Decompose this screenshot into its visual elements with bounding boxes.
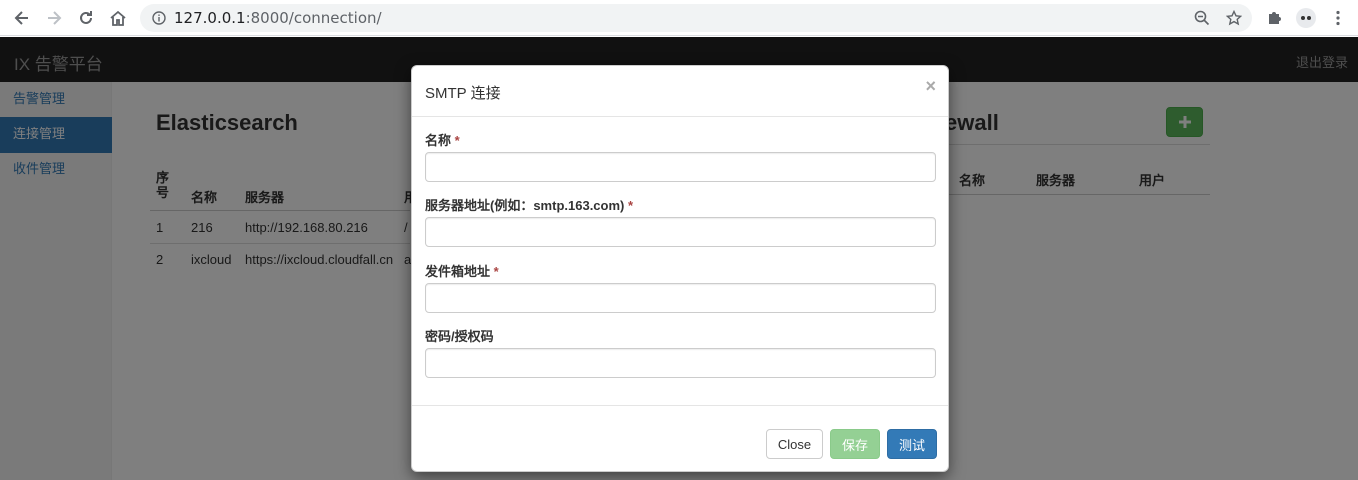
server-address-label: 服务器地址(例如：smtp.163.com) * [425,195,633,214]
forward-arrow-icon[interactable] [42,6,66,30]
back-arrow-icon[interactable] [10,6,34,30]
bookmark-star-icon[interactable] [1222,6,1246,30]
close-button[interactable]: Close [766,429,823,459]
required-asterisk: * [454,133,460,148]
name-label-text: 名称 [425,133,452,148]
modal-footer-divider [412,405,948,406]
menu-kebab-icon[interactable] [1326,6,1350,30]
password-input[interactable] [425,348,936,378]
save-button[interactable]: 保存 [830,429,880,459]
address-bar[interactable]: 127.0.0.1:8000/connection/ [140,4,1252,32]
sender-address-label: 发件箱地址 * [425,261,499,280]
modal-header: SMTP 连接 × [412,66,948,117]
profile-avatar-icon[interactable] [1294,6,1318,30]
browser-toolbar: 127.0.0.1:8000/connection/ [0,0,1358,36]
url-path: :8000/connection/ [245,9,382,27]
modal-title: SMTP 连接 [425,85,501,102]
server-address-label-text: 服务器地址(例如：smtp.163.com) [425,198,625,213]
reload-icon[interactable] [74,6,98,30]
zoom-icon[interactable] [1190,6,1214,30]
extensions-puzzle-icon[interactable] [1262,6,1286,30]
home-icon[interactable] [106,6,130,30]
sender-address-label-text: 发件箱地址 [425,264,491,279]
name-input[interactable] [425,152,936,182]
sender-address-input[interactable] [425,283,936,313]
name-label: 名称 * [425,130,460,149]
server-address-input[interactable] [425,217,936,247]
url-host: 127.0.0.1 [174,9,246,27]
test-button[interactable]: 测试 [887,429,937,459]
password-label: 密码/授权码 [425,326,494,345]
required-asterisk: * [628,198,634,213]
required-asterisk: * [493,264,499,279]
smtp-connection-modal: SMTP 连接 × 名称 * 服务器地址(例如：smtp.163.com) * … [411,65,949,472]
password-label-text: 密码/授权码 [425,329,494,344]
info-icon[interactable] [152,11,166,25]
close-icon[interactable]: × [925,76,936,97]
